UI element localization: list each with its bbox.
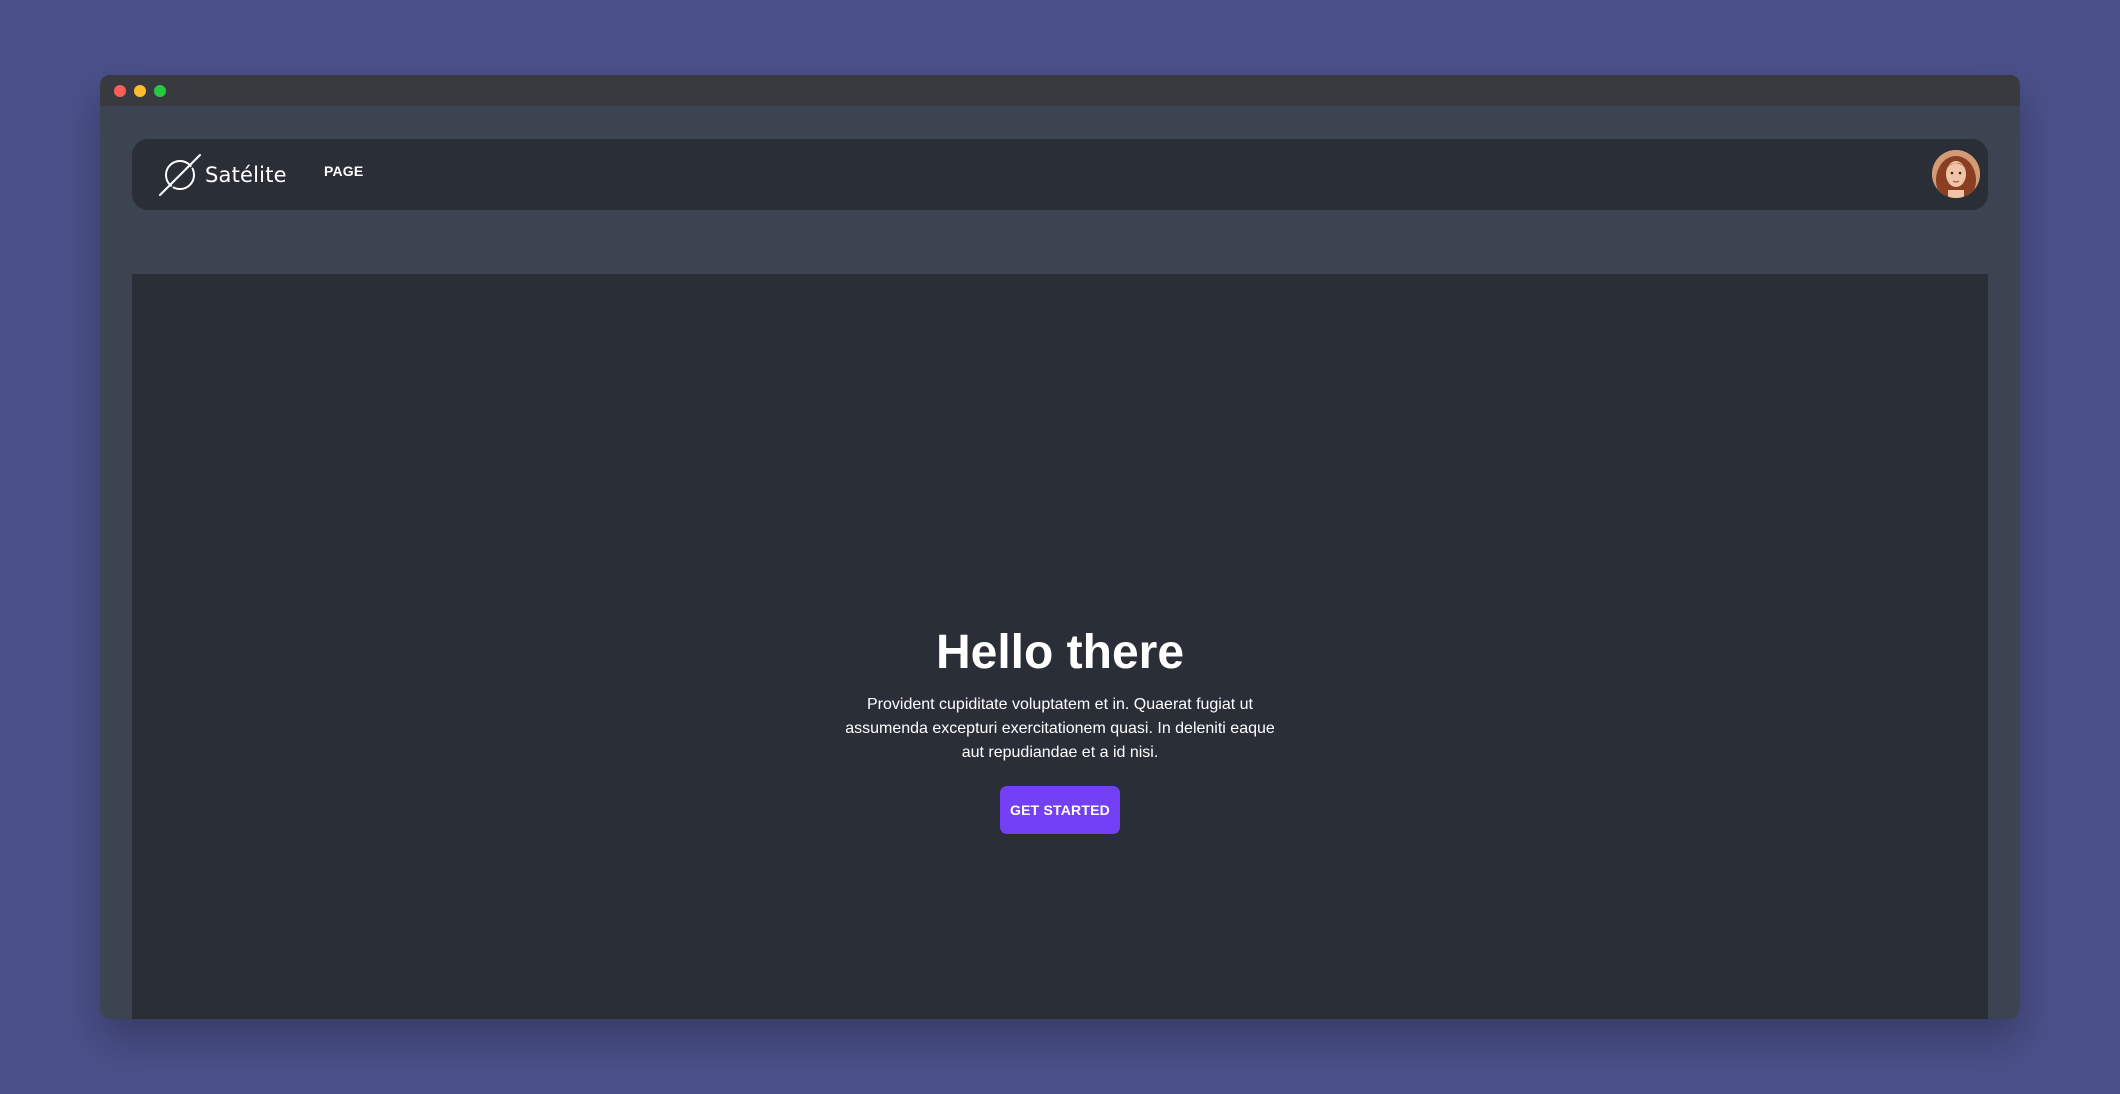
minimize-window-button[interactable]	[134, 85, 146, 97]
planet-logo-icon	[158, 153, 202, 197]
hero-content: Hello there Provident cupiditate volupta…	[132, 625, 1988, 834]
hero-description: Provident cupiditate voluptatem et in. Q…	[845, 696, 1275, 761]
get-started-button[interactable]: GET STARTED	[1000, 786, 1120, 834]
navbar: Satélite PAGE	[132, 139, 1988, 210]
brand-link[interactable]: Satélite	[158, 153, 287, 197]
maximize-window-button[interactable]	[154, 85, 166, 97]
hero-title: Hello there	[935, 626, 1185, 679]
brand-name: Satélite	[205, 163, 287, 187]
nav-link-page[interactable]: PAGE	[324, 163, 363, 179]
close-window-button[interactable]	[114, 85, 126, 97]
browser-window: Satélite PAGE Hello there Provident cupi…	[100, 75, 2020, 1019]
hero-section: Hello there Provident cupiditate volupta…	[132, 274, 1988, 1019]
window-titlebar	[100, 75, 2020, 106]
user-avatar[interactable]	[1932, 150, 1980, 198]
